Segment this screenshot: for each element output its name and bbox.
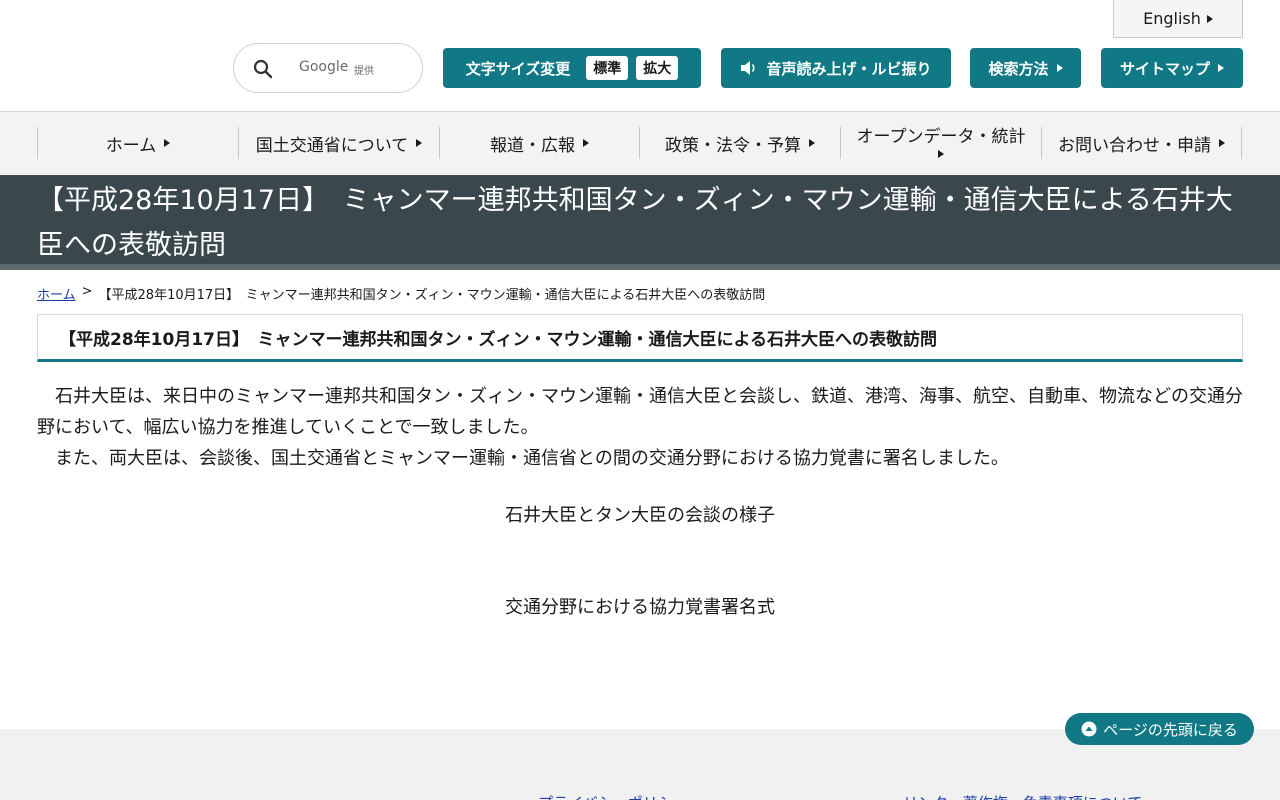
nav-item-label: 国土交通省について (255, 135, 409, 156)
photo-caption: 石井大臣とタン大臣の会談の様子 (505, 505, 775, 526)
nav-item-label: ホーム (105, 135, 157, 156)
nav-item-about[interactable]: 国土交通省について (238, 127, 439, 159)
breadcrumb-separator: > (81, 284, 93, 299)
breadcrumb-current: 【平成28年10月17日】 ミャンマー連邦共和国タン・ズィン・マウン運輸・通信大… (98, 288, 766, 303)
content-heading: 【平成28年10月17日】 ミャンマー連邦共和国タン・ズィン・マウン運輸・通信大… (37, 314, 1243, 362)
page-top-button[interactable]: ページの先頭に戻る (1065, 713, 1254, 745)
breadcrumb-home-link[interactable]: ホーム (37, 284, 76, 303)
triangle-right-icon (1219, 139, 1225, 147)
triangle-right-icon (583, 139, 589, 147)
breadcrumb: ホーム > 【平成28年10月17日】 ミャンマー連邦共和国タン・ズィン・マウン… (37, 284, 765, 303)
global-nav: ホーム 国土交通省について 報道・広報 政策・法令・予算 オープンデータ・統計 … (0, 112, 1280, 174)
triangle-right-icon (164, 139, 171, 147)
speech-ruby-label: 音声読み上げ・ルビ振り (766, 59, 932, 78)
nav-item-opendata[interactable]: オープンデータ・統計 (840, 127, 1041, 159)
sitemap-label: サイトマップ (1119, 59, 1210, 78)
font-size-control: 文字サイズ変更 標準 拡大 (443, 48, 701, 88)
english-link[interactable]: English (1113, 0, 1243, 38)
nav-item-press[interactable]: 報道・広報 (439, 127, 639, 159)
footer-link-copyright[interactable]: リンク・著作権・免責事項について (903, 792, 1142, 800)
nav-item-label: お問い合わせ・申請 (1058, 135, 1211, 156)
nav-item-policy[interactable]: 政策・法令・予算 (639, 127, 840, 159)
page-top-label: ページの先頭に戻る (1103, 720, 1238, 739)
nav-item-label: 報道・広報 (490, 135, 575, 156)
search-provider-label: Google (299, 59, 349, 75)
content-heading-text: 【平成28年10月17日】 ミャンマー連邦共和国タン・ズィン・マウン運輸・通信大… (59, 329, 937, 350)
search-method-label: 検索方法 (988, 59, 1049, 78)
nav-item-home[interactable]: ホーム (37, 127, 238, 159)
search-method-button[interactable]: 検索方法 (970, 48, 1081, 88)
triangle-right-icon (938, 149, 944, 158)
page-title-banner: 【平成28年10月17日】 ミャンマー連邦共和国タン・ズィン・マウン運輸・通信大… (0, 175, 1280, 270)
triangle-right-icon (1206, 14, 1213, 23)
photo-caption: 交通分野における協力覚書署名式 (505, 597, 775, 618)
site-header: English Google 提供 文字サイズ変更 標準 拡大 音声読み上げ・ル… (0, 0, 1280, 112)
english-label: English (1143, 9, 1201, 28)
sitemap-button[interactable]: サイトマップ (1101, 48, 1243, 88)
font-size-standard-button[interactable]: 標準 (586, 56, 629, 80)
nav-item-label: 政策・法令・予算 (665, 135, 801, 156)
footer-link-privacy[interactable]: プライバシーポリシー (538, 792, 688, 800)
triangle-right-icon (809, 139, 815, 147)
arrow-up-circle-icon (1081, 721, 1097, 737)
article-paragraph: また、両大臣は、会談後、国土交通省とミャンマー運輸・通信省との間の交通分野におけ… (55, 448, 1009, 469)
triangle-right-icon (416, 139, 423, 147)
triangle-right-icon (1056, 64, 1063, 72)
speech-ruby-button[interactable]: 音声読み上げ・ルビ振り (721, 48, 951, 88)
page-title: 【平成28年10月17日】 ミャンマー連邦共和国タン・ズィン・マウン運輸・通信大… (37, 185, 1233, 261)
search-box[interactable]: Google 提供 (233, 43, 423, 93)
speaker-icon (741, 61, 756, 75)
search-provided-by-label: 提供 (354, 66, 374, 77)
article-paragraph: 石井大臣は、来日中のミャンマー連邦共和国タン・ズィン・マウン運輸・通信大臣と会談… (37, 386, 1243, 438)
article-body: 石井大臣は、来日中のミャンマー連邦共和国タン・ズィン・マウン運輸・通信大臣と会談… (37, 381, 1243, 474)
search-icon[interactable] (253, 59, 273, 79)
font-size-label: 文字サイズ変更 (465, 59, 571, 78)
font-size-large-button[interactable]: 拡大 (636, 56, 679, 80)
nav-item-contact[interactable]: お問い合わせ・申請 (1041, 127, 1242, 159)
triangle-right-icon (1218, 64, 1224, 72)
nav-item-label: オープンデータ・統計 (856, 127, 1026, 148)
